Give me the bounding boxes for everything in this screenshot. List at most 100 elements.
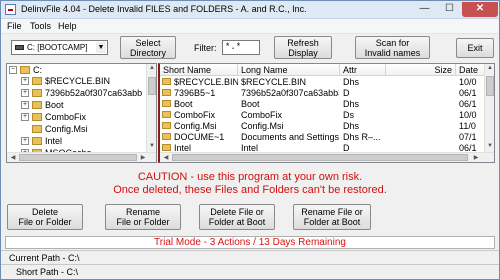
tree-label: 7396b52a0f307ca63abb [45, 88, 143, 98]
caution-line-2: Once deleted, these Files and Folders ca… [113, 184, 387, 196]
tree-label: $RECYCLE.BIN [45, 76, 111, 86]
cell-date: 11/0 [459, 121, 476, 131]
table-row[interactable]: ComboFix ComboFix Ds 10/0 [160, 110, 480, 120]
tree-horizontal-scrollbar[interactable]: ◀ ▶ [7, 152, 156, 162]
maximize-button[interactable]: ☐ [437, 2, 462, 17]
cell-date: 06/1 [459, 99, 477, 109]
trial-status: Trial Mode - 3 Actions / 13 Days Remaini… [5, 236, 495, 249]
cell-short-name: 7396B5~1 [174, 88, 216, 98]
table-row[interactable]: $RECYCLE.BIN $RECYCLE.BIN Dhs 10/0 [160, 77, 480, 87]
delete-at-boot-button[interactable]: Delete File or Folder at Boot [199, 204, 275, 230]
current-path-row: Current Path - C:\ [1, 250, 499, 263]
tree-label: Intel [45, 136, 63, 146]
cell-attr: D [343, 88, 350, 98]
tree-vertical-scrollbar[interactable]: ▲ ▼ [146, 64, 156, 152]
delete-button[interactable]: Delete File or Folder [7, 204, 83, 230]
folder-icon [32, 77, 42, 85]
select-directory-button[interactable]: Select Directory [120, 36, 176, 59]
column-attr[interactable]: Attr [340, 64, 386, 76]
folder-icon [162, 133, 171, 140]
folder-icon [162, 111, 171, 118]
scroll-left-icon[interactable]: ◀ [162, 154, 170, 161]
scan-invalid-names-button[interactable]: Scan for Invalid names [355, 36, 430, 59]
folder-icon [32, 101, 42, 109]
scroll-down-icon[interactable]: ▼ [485, 143, 494, 149]
column-date[interactable]: Date [456, 64, 486, 76]
folder-tree[interactable]: − C: + $RECYCLE.BIN + 7396b52a0f307ca63a… [6, 63, 157, 163]
folder-icon [20, 66, 30, 74]
folder-icon [162, 89, 171, 96]
expand-icon[interactable]: + [21, 89, 29, 97]
chevron-down-icon[interactable]: ▼ [96, 42, 106, 53]
folder-icon [32, 113, 42, 121]
table-row[interactable]: DOCUME~1 Documents and Settings Dhs R–..… [160, 132, 480, 142]
scroll-thumb[interactable] [172, 154, 468, 161]
scroll-thumb[interactable] [486, 76, 494, 96]
menu-bar: File Tools Help [1, 19, 499, 34]
folder-icon [32, 137, 42, 145]
scroll-right-icon[interactable]: ▶ [139, 154, 147, 161]
tree-label: Config.Msi [45, 124, 88, 134]
refresh-display-button[interactable]: Refresh Display [274, 36, 332, 59]
cell-long-name: Documents and Settings [241, 132, 339, 142]
scroll-up-icon[interactable]: ▲ [485, 65, 494, 71]
cell-long-name: ComboFix [241, 110, 283, 120]
folder-icon [162, 144, 171, 151]
cell-short-name: ComboFix [174, 110, 216, 120]
action-buttons: Delete File or Folder Rename File or Fol… [1, 201, 499, 236]
rename-at-boot-button[interactable]: Rename File or Folder at Boot [293, 204, 371, 230]
folder-icon [32, 125, 42, 133]
cell-attr: Dhs [343, 99, 360, 109]
scroll-thumb[interactable] [148, 77, 156, 95]
exit-button[interactable]: Exit [456, 38, 494, 58]
scroll-thumb[interactable] [19, 154, 137, 161]
menu-file[interactable]: File [7, 21, 22, 31]
cell-long-name: Config.Msi [241, 121, 284, 131]
cell-date: 06/1 [459, 88, 477, 98]
table-row[interactable]: 7396B5~1 7396b52a0f307ca63abb3... D 06/1 [160, 88, 480, 98]
drive-value: C: [BOOTCAMP] [27, 43, 88, 52]
scroll-left-icon[interactable]: ◀ [9, 154, 17, 161]
title-bar[interactable]: DelinvFile 4.04 - Delete Invalid FILES a… [1, 1, 499, 19]
cell-attr: Dhs R–... [343, 132, 381, 142]
column-size[interactable]: Size [386, 64, 456, 76]
expand-icon[interactable]: + [21, 101, 29, 109]
drive-icon [15, 45, 24, 50]
cell-long-name: Boot [241, 99, 260, 109]
caution-message: CAUTION - use this program at your own r… [1, 171, 499, 197]
filter-input[interactable]: *.* [222, 40, 260, 55]
cell-short-name: Config.Msi [174, 121, 217, 131]
menu-tools[interactable]: Tools [30, 21, 51, 31]
cell-attr: Ds [343, 110, 354, 120]
cell-long-name: 7396b52a0f307ca63abb3... [241, 88, 339, 98]
collapse-icon[interactable]: − [9, 66, 17, 74]
folder-icon [162, 122, 171, 129]
filter-label: Filter: [194, 43, 217, 53]
rename-button[interactable]: Rename File or Folder [105, 204, 181, 230]
short-path: Short Path - C:\ [16, 267, 79, 277]
table-row[interactable]: Config.Msi Config.Msi Dhs 11/0 [160, 121, 480, 131]
app-icon [5, 4, 16, 15]
list-vertical-scrollbar[interactable]: ▲ ▼ [484, 64, 494, 152]
expand-icon[interactable]: + [21, 113, 29, 121]
column-long-name[interactable]: Long Name [238, 64, 340, 76]
cell-short-name: $RECYCLE.BIN [174, 77, 238, 87]
scroll-down-icon[interactable]: ▼ [147, 143, 156, 149]
folder-icon [162, 100, 171, 107]
expand-icon[interactable]: + [21, 137, 29, 145]
table-row[interactable]: Boot Boot Dhs 06/1 [160, 99, 480, 109]
scroll-right-icon[interactable]: ▶ [472, 154, 480, 161]
folder-icon [32, 89, 42, 97]
expand-icon[interactable]: + [21, 77, 29, 85]
close-button[interactable]: ✕ [462, 2, 498, 17]
file-list[interactable]: Short Name Long Name Attr Size Date $REC… [158, 63, 495, 163]
scroll-up-icon[interactable]: ▲ [147, 65, 156, 71]
menu-help[interactable]: Help [58, 21, 77, 31]
column-short-name[interactable]: Short Name [160, 64, 238, 76]
toolbar: C: [BOOTCAMP] ▼ Select Directory Filter:… [1, 34, 499, 62]
cell-date: 07/1 [459, 132, 477, 142]
drive-select[interactable]: C: [BOOTCAMP] ▼ [11, 40, 108, 55]
list-horizontal-scrollbar[interactable]: ◀ ▶ [160, 152, 494, 162]
current-path: Current Path - C:\ [9, 253, 80, 263]
minimize-button[interactable]: — [412, 2, 437, 17]
